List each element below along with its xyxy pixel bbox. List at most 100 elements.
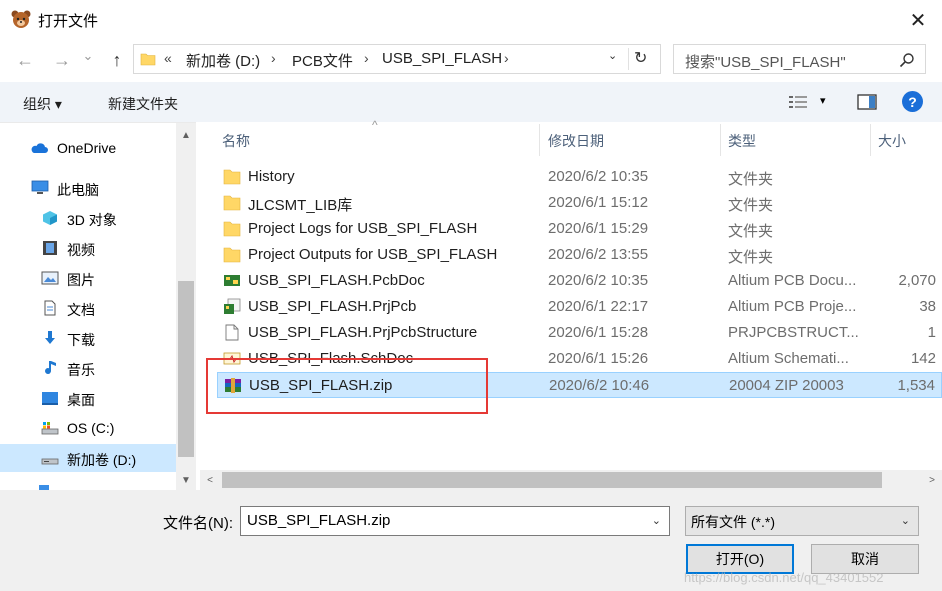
nav-item-this-pc[interactable]: 此电脑 [0, 174, 176, 202]
file-date: 2020/6/2 10:35 [548, 168, 649, 185]
nav-item-pictures[interactable]: 图片 [0, 264, 176, 292]
scroll-right-icon[interactable]: > [922, 471, 942, 489]
scroll-down-icon[interactable]: ▼ [176, 471, 196, 489]
file-row[interactable]: USB_SPI_FLASH.PrjPcb 2020/6/1 22:17 Alti… [217, 294, 942, 320]
horizontal-scrollbar[interactable]: < > [200, 470, 942, 490]
file-row[interactable]: USB_SPI_FLASH.PrjPcbStructure 2020/6/1 1… [217, 320, 942, 346]
filename-label: 文件名(N): [163, 515, 233, 532]
file-date: 2020/6/1 22:17 [548, 298, 649, 315]
watermark-text: https://blog.csdn.net/qq_43401552 [684, 570, 884, 585]
breadcrumb-separator-icon[interactable]: › [364, 50, 369, 66]
view-dropdown-icon[interactable]: ▾ [820, 94, 826, 107]
file-date: 2020/6/2 13:55 [548, 246, 649, 263]
filename-input[interactable]: USB_SPI_FLASH.zip ⌄ [240, 506, 670, 536]
filetype-value: 所有文件 (*.*) [691, 514, 775, 530]
file-name: USB_SPI_FLASH.PrjPcbStructure [248, 324, 478, 341]
file-name: Project Outputs for USB_SPI_FLASH [248, 246, 498, 263]
nav-item-3d-objects[interactable]: 3D 对象 [0, 204, 176, 232]
sort-ascending-icon: ^ [372, 118, 378, 132]
preview-pane-icon[interactable] [857, 94, 877, 110]
nav-item-onedrive[interactable]: OneDrive [0, 134, 176, 162]
breadcrumb-separator-icon[interactable]: › [504, 50, 509, 66]
close-button[interactable]: ✕ [898, 4, 938, 36]
file-date: 2020/6/2 10:46 [549, 377, 650, 394]
cube-icon [43, 211, 57, 225]
file-row[interactable]: USB_SPI_FLASH.PcbDoc 2020/6/2 10:35 Alti… [217, 268, 942, 294]
horizontal-scrollbar-thumb[interactable] [222, 472, 882, 488]
file-row[interactable]: History 2020/6/2 10:35 文件夹 [217, 164, 942, 190]
nav-label: 图片 [67, 272, 95, 288]
nav-label: 视频 [67, 242, 95, 258]
file-row[interactable]: JLCSMT_LIB库 2020/6/1 15:12 文件夹 [217, 190, 942, 216]
nav-item-drive-d[interactable]: 新加卷 (D:) [0, 444, 176, 472]
column-header-name[interactable]: 名称 [222, 122, 250, 156]
scroll-up-icon[interactable]: ▲ [176, 126, 196, 144]
refresh-icon[interactable]: ↻ [634, 48, 647, 68]
nav-item-music[interactable]: 音乐 [0, 354, 176, 382]
organize-menu-button[interactable]: 组织 ▾ [23, 94, 62, 114]
back-arrow-icon: ← [16, 49, 34, 70]
chevron-down-icon[interactable]: ⌄ [901, 514, 910, 527]
search-icon[interactable] [899, 52, 915, 68]
file-type: Altium Schemati... [728, 350, 849, 367]
file-name: Project Logs for USB_SPI_FLASH [248, 220, 478, 237]
help-icon[interactable]: ? [902, 91, 923, 112]
nav-label: OneDrive [57, 140, 117, 156]
file-type: Altium PCB Proje... [728, 298, 857, 315]
column-header-date[interactable]: 修改日期 [548, 122, 604, 156]
nav-item-videos[interactable]: 视频 [0, 234, 176, 262]
document-icon [44, 300, 56, 316]
address-dropdown-icon[interactable]: ⌄ [608, 49, 617, 62]
music-icon [45, 361, 56, 375]
column-divider[interactable] [539, 124, 540, 156]
file-name: USB_SPI_FLASH.PrjPcb [248, 298, 417, 315]
nav-item-documents[interactable]: 文档 [0, 294, 176, 322]
address-bar[interactable]: « 新加卷 (D:) › PCB文件 › USB_SPI_FLASH › ⌄ ↻ [133, 44, 661, 74]
file-type: 文件夹 [728, 249, 774, 266]
back-button[interactable]: ← [12, 48, 38, 72]
column-header-size[interactable]: 大小 [878, 122, 906, 156]
column-divider[interactable] [720, 124, 721, 156]
nav-scrollbar-thumb[interactable] [178, 281, 194, 457]
scroll-left-icon[interactable]: < [200, 471, 220, 489]
column-divider[interactable] [870, 124, 871, 156]
file-icon [225, 324, 239, 341]
forward-button[interactable]: → [49, 48, 75, 72]
breadcrumb-separator-icon[interactable]: › [271, 50, 276, 66]
file-date: 2020/6/1 15:12 [548, 194, 649, 211]
nav-label: 新加卷 (D:) [67, 452, 137, 468]
nav-item-desktop[interactable]: 桌面 [0, 384, 176, 412]
new-folder-button[interactable]: 新建文件夹 [108, 94, 178, 114]
column-header-type[interactable]: 类型 [728, 122, 756, 156]
file-row[interactable]: Project Logs for USB_SPI_FLASH 2020/6/1 … [217, 216, 942, 242]
breadcrumb-usb-spi-flash[interactable]: USB_SPI_FLASH [382, 50, 502, 67]
file-row[interactable]: Project Outputs for USB_SPI_FLASH 2020/6… [217, 242, 942, 268]
command-toolbar: 组织 ▾ 新建文件夹 ▾ ? [0, 82, 942, 122]
file-name: JLCSMT_LIB库 [248, 197, 353, 214]
nav-item-downloads[interactable]: 下载 [0, 324, 176, 352]
breadcrumb-pcb-folder[interactable]: PCB文件 [292, 50, 353, 71]
nav-label: 文档 [67, 302, 95, 318]
drive-d-icon [41, 458, 59, 465]
nav-label: 音乐 [67, 362, 95, 378]
view-options-icon[interactable] [788, 94, 808, 110]
nav-scrollbar[interactable]: ▲ ▼ [176, 123, 196, 491]
nav-item-os-c[interactable]: OS (C:) [0, 414, 176, 442]
up-button[interactable]: ↑ [104, 48, 130, 72]
navigation-pane: OneDrive 此电脑 3D 对象 视频 图片 文档 下载 音乐 桌面 OS … [0, 122, 196, 491]
breadcrumb-drive-d[interactable]: 新加卷 (D:) [186, 50, 260, 71]
chevron-down-icon[interactable]: ⌄ [652, 514, 661, 527]
file-size: 1,534 [897, 377, 935, 394]
file-size: 142 [910, 350, 936, 367]
nav-label: OS (C:) [67, 420, 115, 436]
file-date: 2020/6/1 15:29 [548, 220, 649, 237]
search-input[interactable]: 搜索"USB_SPI_FLASH" [673, 44, 926, 74]
folder-icon [223, 247, 241, 263]
overflow-chevron-icon[interactable]: « [164, 50, 172, 66]
annotation-highlight-box [206, 358, 488, 414]
filetype-select[interactable]: 所有文件 (*.*) ⌄ [685, 506, 919, 536]
close-icon: ✕ [909, 9, 927, 32]
address-divider [628, 48, 629, 70]
nav-label: 3D 对象 [67, 212, 117, 228]
recent-locations-button[interactable]: ⌄ [80, 44, 96, 68]
